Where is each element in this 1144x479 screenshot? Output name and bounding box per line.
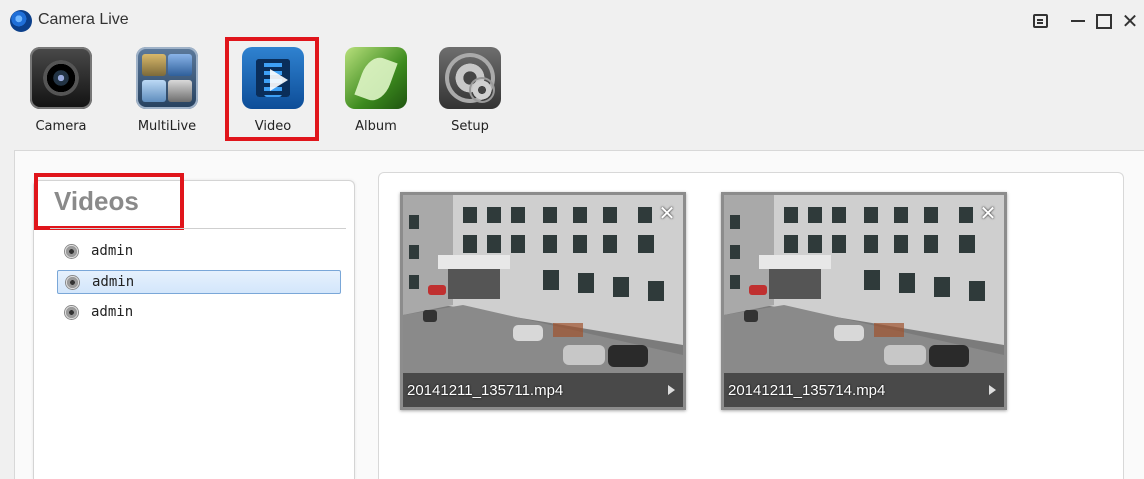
camera-bullet-icon (65, 245, 78, 258)
multilive-icon (136, 47, 198, 109)
minimize-button[interactable] (1068, 12, 1088, 30)
menu-icon (1032, 14, 1048, 28)
maximize-button[interactable] (1094, 12, 1114, 30)
minimize-icon (1071, 20, 1085, 22)
play-icon (668, 385, 675, 395)
close-button[interactable]: ✕ (1120, 9, 1140, 33)
videos-title-highlight-box (34, 173, 184, 230)
user-label: admin (91, 243, 134, 259)
list-item[interactable]: admin (57, 270, 341, 294)
camera-bullet-icon (65, 306, 78, 319)
camera-icon (30, 47, 92, 109)
album-icon (345, 47, 407, 109)
video-filename: 20141211_135714.mp4 (728, 382, 886, 399)
maximize-icon (1096, 13, 1112, 29)
toolbar-setup[interactable]: Setup (427, 45, 513, 140)
play-icon (989, 385, 996, 395)
divider (50, 228, 346, 229)
app-title: Camera Live (38, 11, 129, 28)
list-item[interactable]: admin (57, 301, 341, 325)
user-label: admin (92, 274, 135, 290)
list-item[interactable]: admin (57, 240, 341, 264)
toolbar-album[interactable]: Album (333, 45, 419, 140)
toolbar-camera[interactable]: Camera (18, 45, 104, 140)
toolbar-label: MultiLive (137, 119, 197, 134)
video-thumbnail[interactable]: ✕ 20141211_135711.mp4 (400, 192, 686, 410)
video-thumbnail[interactable]: ✕ 20141211_135714.mp4 (721, 192, 1007, 410)
close-icon: ✕ (1121, 9, 1139, 33)
setup-icon (439, 47, 501, 109)
user-label: admin (91, 304, 134, 320)
video-filename: 20141211_135711.mp4 (407, 382, 564, 399)
window-menu-button[interactable] (1030, 12, 1050, 30)
camera-bullet-icon (66, 276, 79, 289)
main-toolbar: Camera MultiLive Video Album Setup (0, 40, 1144, 145)
delete-video-button[interactable]: ✕ (978, 203, 998, 223)
toolbar-label: Camera (35, 119, 87, 134)
toolbar-label: Album (355, 119, 397, 134)
app-logo-icon (10, 10, 32, 32)
delete-video-button[interactable]: ✕ (657, 203, 677, 223)
title-bar: Camera Live ✕ (0, 0, 1144, 40)
toolbar-multilive[interactable]: MultiLive (124, 45, 210, 140)
toolbar-label: Setup (451, 119, 489, 134)
video-highlight-box (225, 37, 319, 141)
